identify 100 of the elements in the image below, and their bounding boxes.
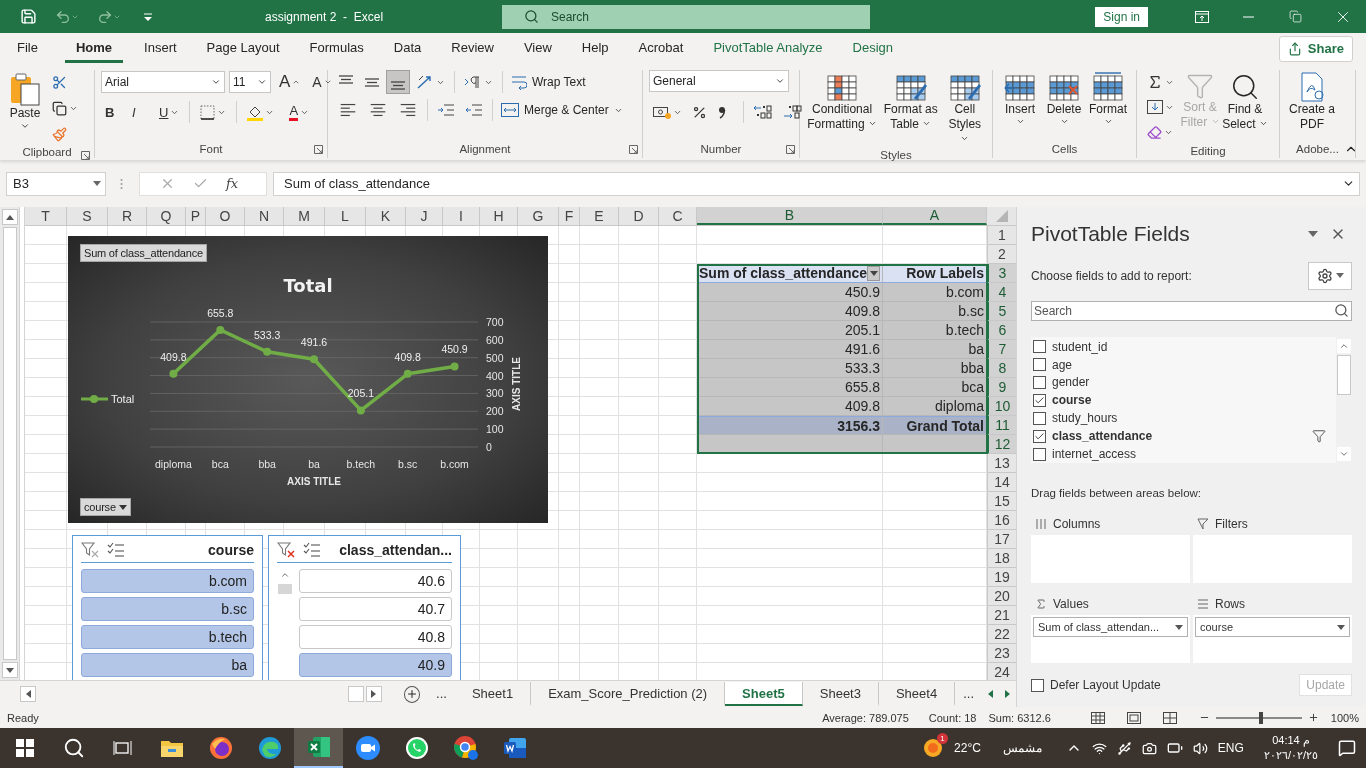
slicer-item[interactable]: ba (81, 653, 254, 677)
row-header[interactable]: 21 (987, 606, 1016, 625)
field-name[interactable]: course (1052, 393, 1092, 408)
row-header[interactable]: 19 (987, 568, 1016, 587)
formula-field[interactable]: Sum of class_attendance (273, 171, 1360, 196)
field-name[interactable]: internet_access (1052, 447, 1137, 462)
field-name[interactable]: gender (1052, 375, 1090, 390)
menu-tab[interactable]: Formulas (298, 34, 375, 63)
row-header[interactable]: 14 (987, 473, 1016, 492)
spreadsheet-app-icon[interactable] (306, 735, 331, 759)
language-indicator[interactable]: ENG (1217, 741, 1244, 755)
task-view-icon[interactable] (112, 739, 133, 757)
menu-tab[interactable]: Page Layout (195, 34, 291, 63)
more-sheets-button[interactable]: ... (955, 682, 982, 706)
menu-tab[interactable]: File (6, 34, 49, 63)
field-name[interactable]: student_id (1052, 339, 1108, 354)
font-color-button[interactable]: A (281, 100, 314, 124)
number-format-field[interactable]: General (649, 70, 789, 92)
menu-tab[interactable]: View (512, 34, 563, 63)
wifi-icon[interactable] (1091, 740, 1107, 756)
folder-icon[interactable] (159, 738, 184, 758)
underline-button[interactable]: U (155, 100, 184, 124)
page-break-icon[interactable] (1162, 711, 1177, 724)
cells-button[interactable]: Format (1087, 70, 1129, 128)
browser-icon[interactable] (257, 736, 282, 760)
field-name[interactable]: age (1052, 357, 1073, 372)
grow-font-button[interactable]: A (275, 70, 305, 94)
clear-filter-icon[interactable] (277, 542, 295, 558)
row-header[interactable]: 24 (987, 663, 1016, 680)
camera-icon[interactable] (1141, 740, 1157, 756)
settings-button[interactable] (1308, 261, 1352, 290)
row-header[interactable]: 8 (987, 359, 1016, 378)
slicer-item[interactable]: b.sc (81, 597, 254, 621)
checkbox[interactable] (1033, 375, 1046, 389)
create-pdf-button[interactable]: Create a PDF (1286, 70, 1338, 134)
sheet-tab[interactable]: Sheet5 (725, 682, 803, 706)
field-button[interactable]: course (80, 498, 131, 516)
row-header[interactable]: 1 (987, 226, 1016, 245)
checkbox[interactable] (1033, 429, 1046, 443)
redo-icon[interactable] (97, 8, 113, 25)
menu-tab[interactable]: PivotTable Analyze (702, 34, 834, 63)
row-header[interactable]: 13 (987, 454, 1016, 473)
row-header[interactable]: 9 (987, 378, 1016, 397)
battery-icon[interactable] (1166, 740, 1183, 756)
insert-function-button[interactable]: fx (226, 176, 239, 191)
column-header[interactable]: A (883, 207, 987, 225)
cells-button[interactable]: Delete (1043, 70, 1085, 128)
field-list-scrollbar[interactable] (1336, 336, 1352, 464)
row-header[interactable]: 7 (987, 340, 1016, 359)
windows-icon[interactable] (15, 739, 34, 757)
checkbox[interactable] (1033, 358, 1046, 372)
horizontal-scrollbar[interactable] (20, 687, 382, 701)
more-sheets-button[interactable]: ... (428, 682, 455, 706)
style-button[interactable]: Cell Styles (943, 70, 986, 149)
share-button[interactable]: Share (1278, 35, 1353, 62)
row-header[interactable]: 17 (987, 530, 1016, 549)
row-header[interactable]: 6 (987, 321, 1016, 340)
row-header[interactable]: 3 (987, 264, 1016, 283)
row-header[interactable]: 20 (987, 587, 1016, 606)
style-button[interactable]: Conditional Formatting (806, 70, 879, 134)
dialog-launcher-icon[interactable] (81, 151, 90, 160)
multi-select-icon[interactable] (107, 542, 125, 558)
font-size-field[interactable]: 11 (229, 71, 271, 93)
area-field-button[interactable]: course (1195, 617, 1350, 638)
wrap-text-button[interactable]: Wrap Text (508, 70, 589, 94)
browser-icon[interactable] (452, 735, 479, 761)
row-header[interactable]: 15 (987, 492, 1016, 511)
menu-tab[interactable]: Help (570, 34, 620, 63)
sheet-tab[interactable]: Sheet4 (878, 682, 956, 706)
multi-select-icon[interactable] (303, 542, 321, 558)
style-button[interactable]: Format as Table (882, 70, 940, 134)
find-select-button[interactable]: Find & Select (1222, 70, 1268, 134)
name-box[interactable]: B3 (6, 171, 106, 196)
page-layout-icon[interactable] (1126, 711, 1141, 724)
row-header[interactable]: 2 (987, 245, 1016, 264)
row-header[interactable]: 12 (987, 435, 1016, 454)
cells-button[interactable]: Insert (999, 70, 1041, 128)
vertical-scrollbar[interactable] (0, 207, 20, 680)
menu-tab[interactable]: Acrobat (627, 34, 695, 63)
menu-tab[interactable]: Data (382, 34, 433, 63)
scrollbar-thumb[interactable] (278, 584, 292, 594)
slider-thumb[interactable] (1258, 711, 1263, 724)
row-header[interactable]: 18 (987, 549, 1016, 568)
zoom-in-icon[interactable] (1307, 712, 1319, 723)
search-icon[interactable] (62, 737, 85, 759)
italic-button[interactable]: I (128, 100, 152, 124)
area-field-button[interactable]: Sum of class_attendan... (1033, 617, 1188, 638)
shrink-font-button[interactable]: A (308, 70, 336, 94)
browser-icon[interactable] (208, 736, 233, 760)
undo-icon[interactable] (55, 8, 71, 25)
clock[interactable]: م 04:14 ٢٠٢٦/٠٢/٢٥ (1263, 733, 1318, 763)
sheet-tab[interactable]: Sheet1 (454, 682, 532, 706)
normal-view-icon[interactable] (1090, 711, 1105, 724)
document-app-icon[interactable] (502, 736, 527, 760)
checkbox[interactable] (1033, 340, 1046, 354)
menu-tab[interactable]: Design (841, 34, 904, 63)
clear-filter-icon[interactable] (81, 542, 99, 558)
usb-icon[interactable] (1116, 740, 1132, 756)
row-header[interactable]: 5 (987, 302, 1016, 321)
slicer-item[interactable]: 40.9 (299, 653, 452, 677)
